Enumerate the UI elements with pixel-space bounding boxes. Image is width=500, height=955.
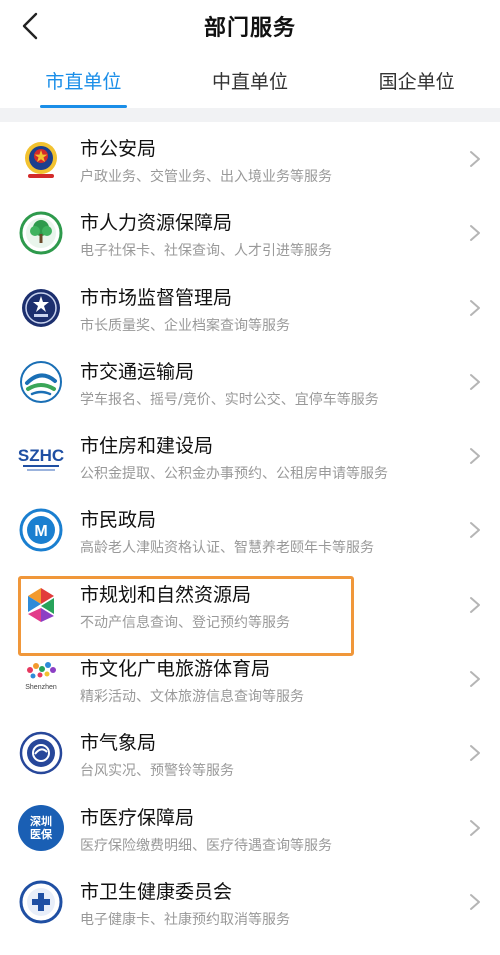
chevron-right-icon [470, 448, 480, 465]
shenzhen-culture-logo-icon: Shenzhen [18, 656, 64, 702]
list-item-human-resources[interactable]: 市人力资源保障局 电子社保卡、社保查询、人才引进等服务 [0, 196, 500, 270]
department-name: 市医疗保障局 [80, 806, 195, 829]
department-description: 台风实况、预警铃等服务 [80, 763, 234, 780]
chevron-right-icon [470, 596, 480, 613]
health-commission-emblem-icon [18, 879, 64, 925]
szhc-logo-icon: SZHC [18, 433, 64, 479]
list-item-meteorological[interactable]: 市气象局 台风实况、预警铃等服务 [0, 716, 500, 790]
chevron-right-icon [470, 373, 480, 390]
planning-resources-logo-icon [18, 582, 64, 628]
tree-emblem-icon [18, 210, 64, 256]
list-item-market-regulation[interactable]: 市市场监督管理局 市长质量奖、企业档案查询等服务 [0, 271, 500, 345]
tab-city-units[interactable]: 市直单位 [0, 56, 167, 108]
department-description: 精彩活动、文体旅游信息查询等服务 [80, 689, 304, 706]
department-description: 电子社保卡、社保查询、人才引进等服务 [80, 243, 332, 260]
logo-text: Shenzhen [25, 684, 57, 691]
department-name: 市市场监督管理局 [80, 286, 233, 309]
department-name: 市公安局 [80, 138, 157, 160]
list-item-planning-natural-resources[interactable]: 市规划和自然资源局 不动产信息查询、登记预约等服务 [0, 568, 500, 642]
department-description: 医疗保险缴费明细、医疗待遇查询等服务 [80, 837, 332, 854]
list-item-housing-construction[interactable]: SZHC 市住房和建设局 公积金提取、公积金办事预约、公租房申请等服务 [0, 419, 500, 493]
department-description: 高龄老人津贴资格认证、智慧养老颐年卡等服务 [80, 540, 374, 557]
department-name: 市气象局 [80, 732, 157, 755]
chevron-right-icon [470, 151, 480, 167]
logo-text: 深圳医保 [30, 814, 52, 841]
department-name: 市文化广电旅游体育局 [80, 658, 271, 681]
list-item-transport[interactable]: 市交通运输局 学车报名、摇号/竞价、实时公交、宜停车等服务 [0, 345, 500, 419]
page-title: 部门服务 [203, 16, 296, 41]
transport-emblem-icon [18, 359, 64, 405]
department-name: 市民政局 [80, 509, 157, 532]
tab-central-units[interactable]: 中直单位 [167, 56, 334, 108]
department-description: 学车报名、摇号/竞价、实时公交、宜停车等服务 [80, 391, 379, 408]
chevron-right-icon [470, 522, 480, 539]
list-item-civil-affairs[interactable]: M 市民政局 高龄老人津贴资格认证、智慧养老颐年卡等服务 [0, 493, 500, 567]
navigation-bar: 部门服务 [0, 0, 500, 52]
chevron-right-icon [470, 225, 480, 242]
market-regulation-emblem-icon [18, 285, 64, 331]
weather-emblem-icon [18, 730, 64, 776]
chevron-right-icon [470, 745, 480, 762]
tab-state-enterprises[interactable]: 国企单位 [333, 56, 500, 108]
police-emblem-icon [18, 136, 64, 182]
civil-affairs-emblem-icon: M [18, 507, 64, 553]
svg-text:SZHC: SZHC [18, 446, 64, 465]
section-divider [0, 108, 500, 122]
list-item-health-commission[interactable]: 市卫生健康委员会 电子健康卡、社康预约取消等服务 [0, 865, 500, 939]
department-name: 市规划和自然资源局 [80, 583, 252, 606]
department-description: 电子健康卡、社康预约取消等服务 [80, 911, 290, 928]
department-list: 市公安局 户政业务、交管业务、出入境业务等服务 市人力资源保障局 电子社保卡、社… [0, 122, 500, 939]
list-item-medical-insurance[interactable]: 深圳医保 市医疗保障局 医疗保险缴费明细、医疗待遇查询等服务 [0, 791, 500, 865]
chevron-right-icon [470, 893, 480, 910]
svg-text:M: M [34, 523, 47, 540]
department-description: 公积金提取、公积金办事预约、公租房申请等服务 [80, 466, 388, 483]
department-name: 市住房和建设局 [80, 435, 214, 458]
department-name: 市卫生健康委员会 [80, 880, 233, 903]
department-description: 市长质量奖、企业档案查询等服务 [80, 317, 290, 334]
department-description: 户政业务、交管业务、出入境业务等服务 [80, 169, 332, 185]
list-item-public-security[interactable]: 市公安局 户政业务、交管业务、出入境业务等服务 [0, 122, 500, 196]
list-item-culture-tourism-sports[interactable]: Shenzhen 市文化广电旅游体育局 精彩活动、文体旅游信息查询等服务 [0, 642, 500, 716]
chevron-right-icon [470, 299, 480, 316]
department-name: 市交通运输局 [80, 360, 195, 383]
department-description: 不动产信息查询、登记预约等服务 [80, 614, 290, 631]
chevron-right-icon [470, 671, 480, 688]
tab-bar: 市直单位 中直单位 国企单位 [0, 56, 500, 108]
medical-insurance-logo-icon: 深圳医保 [18, 804, 64, 851]
department-name: 市人力资源保障局 [80, 212, 233, 235]
chevron-right-icon [470, 819, 480, 836]
